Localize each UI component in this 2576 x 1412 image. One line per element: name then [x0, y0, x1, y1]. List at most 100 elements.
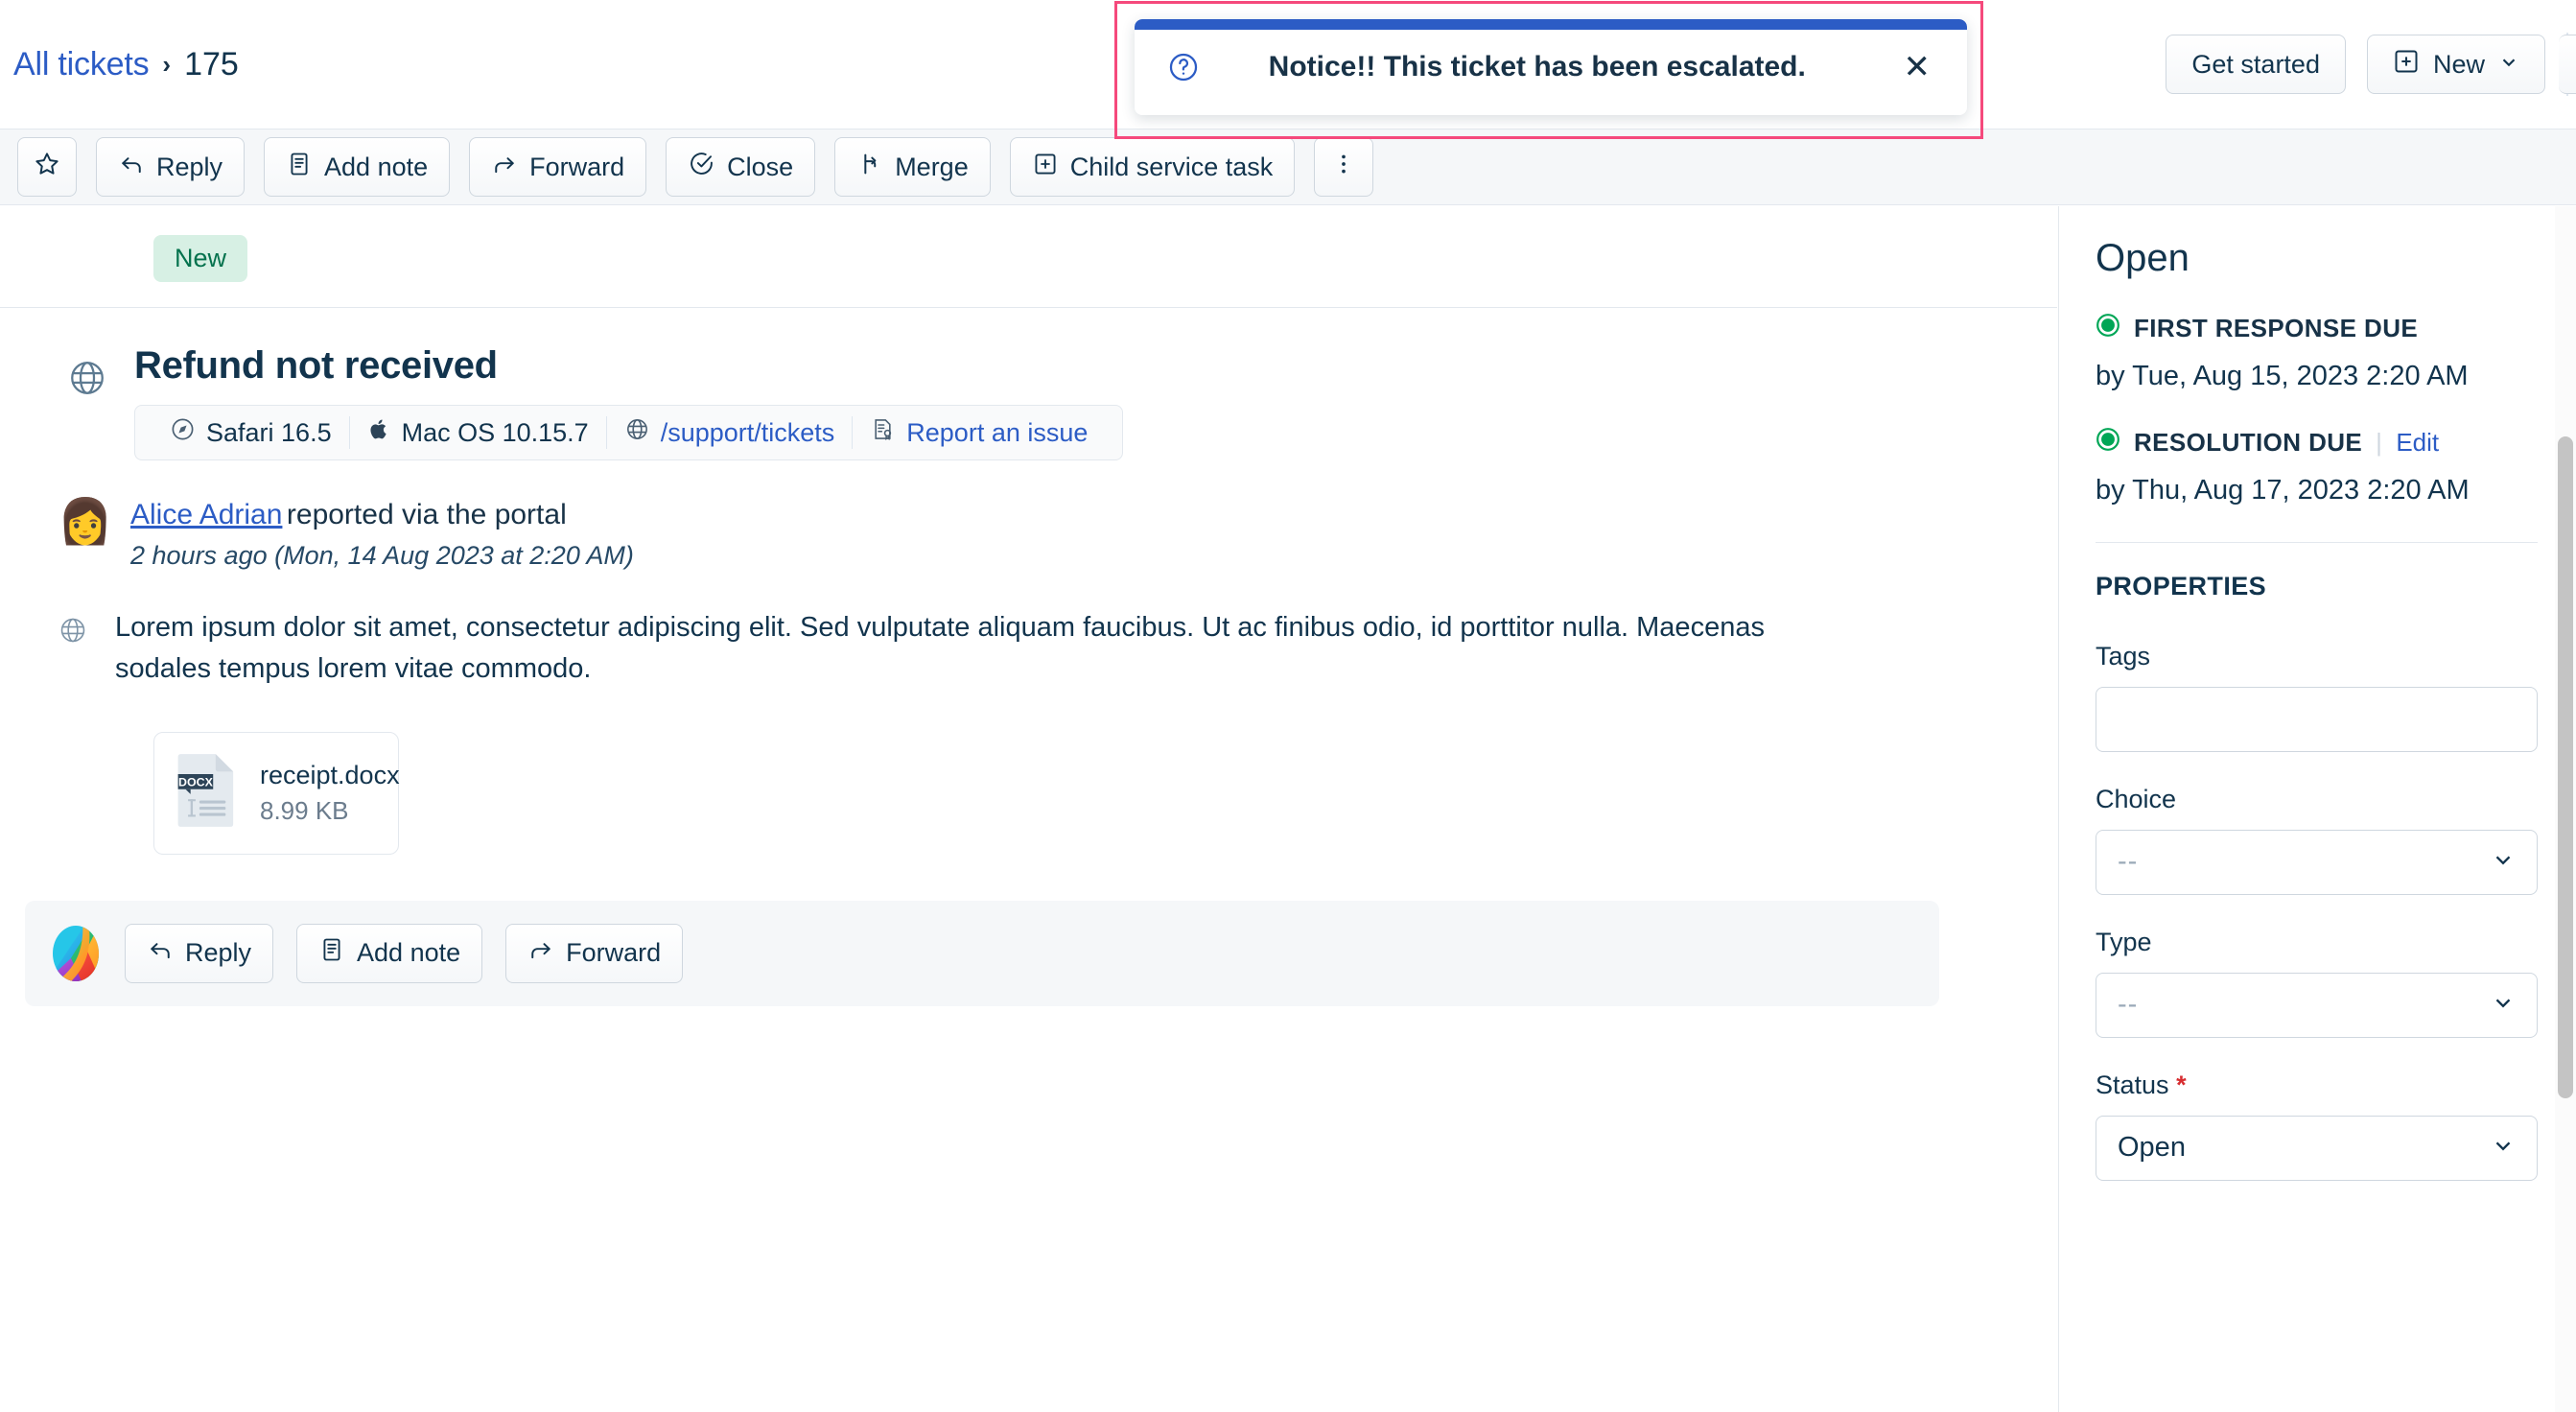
reporter-action: reported via the portal [286, 499, 567, 530]
forward-arrow-icon [527, 936, 554, 970]
note-icon [286, 151, 313, 184]
sla-resolution: RESOLUTION DUE | Edit by Thu, Aug 17, 20… [2096, 427, 2538, 508]
note-icon [318, 936, 345, 970]
breadcrumb-all-tickets-link[interactable]: All tickets [13, 46, 150, 83]
forward-label: Forward [566, 938, 662, 968]
meta-browser: Safari 16.5 [152, 416, 349, 449]
reporter-timestamp: 2 hours ago (Mon, 14 Aug 2023 at 2:20 AM… [130, 541, 634, 570]
forward-arrow-icon [491, 151, 518, 184]
globe-icon [58, 615, 90, 690]
top-bar-actions: Get started New [2166, 0, 2576, 129]
ticket-body-text: Lorem ipsum dolor sit amet, consectetur … [115, 612, 1765, 684]
sla-resolution-label-row: RESOLUTION DUE | Edit [2096, 427, 2538, 459]
tags-label: Tags [2096, 641, 2151, 671]
child-service-task-label: Child service task [1069, 152, 1274, 181]
plus-square-icon [1032, 151, 1059, 184]
check-circle-icon [688, 150, 715, 184]
docx-file-icon: DOCX [176, 751, 241, 835]
status-dot-icon [2096, 427, 2120, 459]
field-type: Type -- [2096, 928, 2538, 1038]
new-button[interactable]: New [2366, 35, 2545, 94]
child-service-task-button[interactable]: Child service task [1009, 137, 1296, 197]
reply-button[interactable]: Reply [96, 137, 246, 197]
reply-label: Reply [185, 938, 252, 968]
globe-icon [624, 416, 650, 449]
attachment-filename: receipt.docx [260, 760, 400, 789]
sidebar-scrollbar-track[interactable] [2555, 206, 2576, 1412]
sidebar-status-title: Open [2096, 237, 2190, 279]
reporter-name-link[interactable]: Alice Adrian [130, 499, 282, 530]
breadcrumb-separator: › [162, 49, 172, 79]
brand-logo-icon [50, 924, 102, 983]
reporter-row: 👩 Alice Adrian reported via the portal 2… [0, 460, 2057, 571]
meta-os-label: Mac OS 10.15.7 [401, 417, 589, 447]
status-select[interactable]: Open [2096, 1115, 2538, 1181]
forward-button[interactable]: Forward [505, 923, 684, 983]
meta-os: Mac OS 10.15.7 [350, 416, 606, 449]
merge-button[interactable]: Merge [834, 137, 991, 197]
merge-label: Merge [895, 152, 969, 181]
close-ticket-button[interactable]: Close [666, 137, 816, 197]
page-title: Refund not received [134, 344, 498, 387]
add-note-button[interactable]: Add note [296, 923, 483, 983]
sidebar-scrollbar-thumb[interactable] [2558, 436, 2573, 1098]
panel-collapse-handle[interactable] [2559, 35, 2576, 94]
add-note-button[interactable]: Add note [264, 137, 451, 197]
more-actions-button[interactable] [1314, 137, 1374, 197]
reply-button[interactable]: Reply [125, 923, 274, 983]
new-label: New [2432, 49, 2485, 79]
report-an-issue-link[interactable]: Report an issue [853, 416, 1105, 449]
notification-message: Notice!! This ticket has been escalated. [1268, 51, 1806, 82]
sla-edit-link[interactable]: Edit [2396, 428, 2439, 458]
favorite-button[interactable] [17, 137, 77, 197]
close-ticket-label: Close [727, 152, 794, 181]
properties-heading: PROPERTIES [2096, 571, 2267, 600]
sidebar-divider [2096, 541, 2538, 543]
status-badge-row: New [0, 206, 2057, 308]
chevron-down-icon [2491, 847, 2516, 877]
escalation-notification: Notice!! This ticket has been escalated.… [1135, 19, 1967, 115]
question-circle-icon [1167, 51, 1200, 83]
sla-resolution-value: by Thu, Aug 17, 2023 2:20 AM [2096, 475, 2470, 506]
svg-text:DOCX: DOCX [178, 776, 214, 789]
attachment-card[interactable]: DOCX receipt.docx 8.99 KB [153, 731, 400, 855]
tags-input[interactable] [2096, 686, 2538, 752]
add-note-label: Add note [357, 938, 461, 968]
field-status: Status * Open [2096, 1071, 2538, 1181]
field-tags: Tags [2096, 642, 2538, 752]
forward-button[interactable]: Forward [469, 137, 647, 197]
sla-first-response-label: FIRST RESPONSE DUE [2134, 314, 2419, 342]
forward-label: Forward [529, 152, 625, 181]
plus-square-icon [2393, 48, 2420, 82]
chevron-down-icon [2491, 1133, 2516, 1163]
notification-accent-bar [1135, 19, 1967, 30]
choice-value: -- [2118, 846, 2139, 878]
close-icon[interactable]: ✕ [1894, 45, 1941, 89]
safari-icon [170, 416, 196, 449]
notification-highlight-frame: Notice!! This ticket has been escalated.… [1114, 1, 1983, 139]
meta-source-url[interactable]: /support/tickets [607, 416, 853, 449]
ticket-action-toolbar: Reply Add note Forward Close Merge Child… [0, 129, 2576, 205]
add-note-label: Add note [324, 152, 429, 181]
status-value: Open [2118, 1132, 2186, 1164]
choice-select[interactable]: -- [2096, 829, 2538, 895]
kebab-menu-icon [1331, 152, 1356, 183]
status-label: Status [2096, 1070, 2169, 1099]
status-label-row: Status * [2096, 1071, 2538, 1100]
meta-source-url-label: /support/tickets [660, 417, 835, 447]
report-an-issue-label: Report an issue [906, 417, 1089, 447]
reply-arrow-icon [147, 936, 174, 970]
merge-icon [856, 151, 883, 184]
meta-browser-label: Safari 16.5 [206, 417, 332, 447]
sla-resolution-label: RESOLUTION DUE [2134, 428, 2363, 458]
reply-action-bar: Reply Add note Forward [25, 900, 1939, 1006]
type-select[interactable]: -- [2096, 972, 2538, 1038]
breadcrumb: All tickets › 175 [0, 46, 239, 83]
sla-first-response-label-row: FIRST RESPONSE DUE [2096, 313, 2538, 344]
avatar: 👩 [58, 496, 113, 546]
get-started-button[interactable]: Get started [2166, 35, 2346, 94]
star-icon [33, 150, 61, 185]
sla-first-response: FIRST RESPONSE DUE by Tue, Aug 15, 2023 … [2096, 313, 2538, 394]
status-badge: New [153, 235, 248, 282]
type-value: -- [2118, 989, 2139, 1021]
